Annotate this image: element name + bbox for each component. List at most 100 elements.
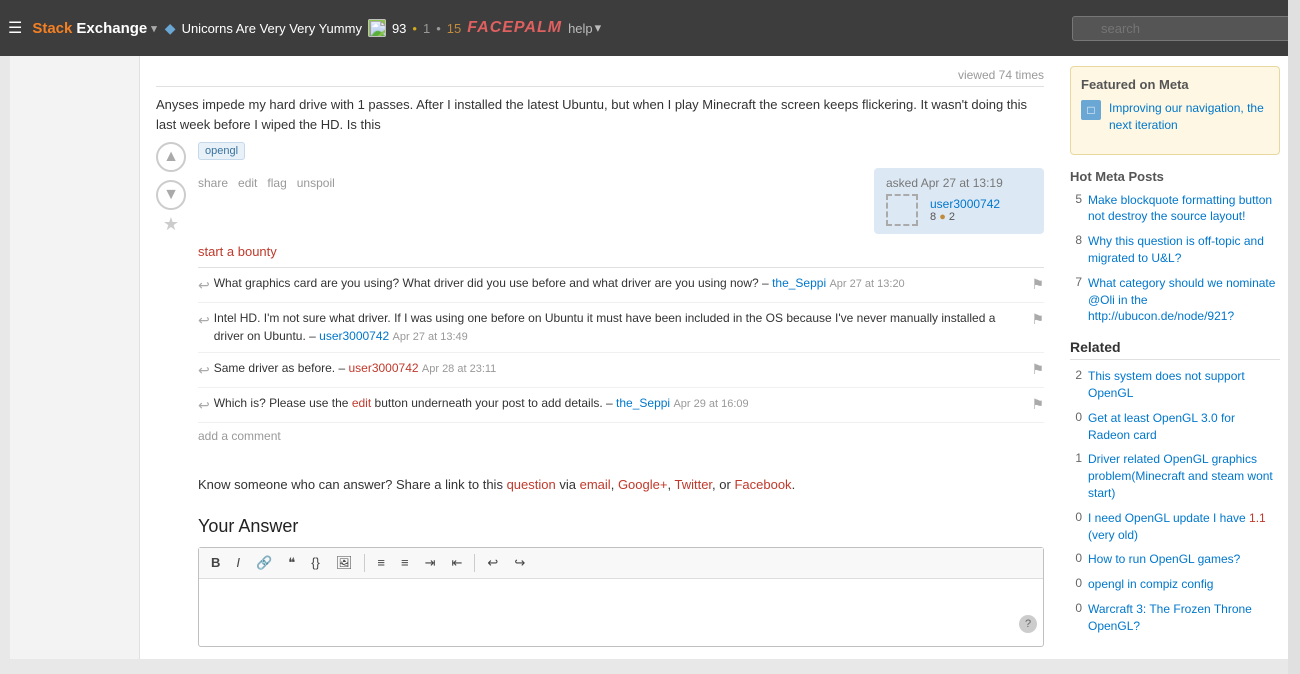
related-link[interactable]: I need OpenGL update I have 1.1 (very ol… — [1088, 510, 1280, 544]
scrollbar[interactable] — [1288, 0, 1300, 674]
comment: ↩ Intel HD. I'm not sure what driver. If… — [198, 303, 1044, 353]
related-item: 0 opengl in compiz config — [1070, 576, 1280, 593]
comment-timestamp: Apr 29 at 16:09 — [673, 398, 748, 410]
image-button[interactable]: 🖼 — [330, 552, 359, 574]
tags-area: opengl — [198, 142, 1044, 160]
related-item: 2 This system does not support OpenGL — [1070, 368, 1280, 402]
answer-editor[interactable]: B I 🔗 ❝ {} 🖼 ≡ ≡ ⇥ ⇤ ↩ — [198, 547, 1044, 647]
upvote-button[interactable]: ▲ — [156, 142, 186, 172]
reply-arrow-icon: ↩ — [198, 360, 210, 381]
related-link[interactable]: opengl in compiz config — [1088, 576, 1213, 593]
post-footer: share edit flag unspoil asked Apr 27 at … — [198, 168, 1044, 234]
italic-button[interactable]: I — [230, 552, 246, 573]
undo-button[interactable]: ↩ — [481, 552, 504, 574]
comment-edit-link[interactable]: edit — [352, 396, 371, 410]
bronze-count: 15 — [447, 21, 461, 36]
asked-card: asked Apr 27 at 13:19 user3000742 8 ● 2 — [874, 168, 1044, 234]
your-answer-heading: Your Answer — [198, 516, 1044, 537]
start-bounty-link[interactable]: start a bounty — [198, 244, 277, 259]
facepalm-brand: FACEPALM — [467, 19, 562, 37]
meta-icon: □ — [1081, 100, 1101, 120]
hot-meta-link[interactable]: What category should we nominate @Oli in… — [1088, 275, 1280, 325]
featured-on-meta-heading: Featured on Meta — [1081, 77, 1269, 92]
unspoil-link[interactable]: unspoil — [297, 176, 335, 190]
dot-silver: • — [436, 21, 441, 36]
comment: ↩ Same driver as before. – user3000742 A… — [198, 353, 1044, 388]
featured-meta-link[interactable]: Improving our navigation, the next itera… — [1109, 100, 1269, 134]
related-item: 0 Get at least OpenGL 3.0 for Radeon car… — [1070, 410, 1280, 444]
comment-timestamp: Apr 28 at 23:11 — [422, 363, 496, 375]
logo[interactable]: StackExchange ▾ — [32, 20, 156, 37]
edit-link[interactable]: edit — [238, 176, 257, 190]
reply-arrow-icon: ↩ — [198, 310, 210, 331]
related-vote-count: 0 — [1070, 410, 1082, 424]
related-box: Related 2 This system does not support O… — [1070, 339, 1280, 634]
logo-stack: Stack — [32, 20, 72, 37]
comment-text: Intel HD. I'm not sure what driver. If I… — [214, 309, 1028, 346]
googleplus-link[interactable]: Google+ — [618, 477, 668, 492]
related-link[interactable]: This system does not support OpenGL — [1088, 368, 1280, 402]
editor-toolbar: B I 🔗 ❝ {} 🖼 ≡ ≡ ⇥ ⇤ ↩ — [199, 548, 1043, 579]
silver-count: 1 — [423, 21, 430, 36]
editor-help-button[interactable]: ? — [1019, 615, 1037, 633]
ordered-list-button[interactable]: ≡ — [371, 552, 391, 573]
related-link[interactable]: Driver related OpenGL graphics problem(M… — [1088, 451, 1280, 501]
add-comment-link[interactable]: add a comment — [198, 423, 281, 449]
link-button[interactable]: 🔗 — [250, 552, 278, 574]
comment-timestamp: Apr 27 at 13:49 — [393, 331, 468, 343]
asked-label: asked Apr 27 at 13:19 — [886, 176, 1032, 190]
hot-meta-link[interactable]: Why this question is off-topic and migra… — [1088, 233, 1280, 267]
question-link[interactable]: question — [507, 477, 556, 492]
related-heading: Related — [1070, 339, 1280, 360]
code-button[interactable]: {} — [305, 552, 326, 573]
blockquote-button[interactable]: ❝ — [282, 552, 301, 574]
bold-button[interactable]: B — [205, 552, 226, 573]
comment-user-link[interactable]: user3000742 — [319, 329, 389, 343]
comment-user-link[interactable]: the_Seppi — [772, 276, 826, 290]
topbar-site-info: ◆ Unicorns Are Very Very Yummy 93 • 1 • … — [165, 19, 1064, 37]
hamburger-icon[interactable]: ☰ — [8, 18, 22, 38]
editor-body[interactable]: ? — [199, 579, 1043, 639]
tag-opengl[interactable]: opengl — [198, 142, 245, 160]
email-link[interactable]: email — [580, 477, 611, 492]
toolbar-separator — [364, 554, 365, 572]
indent-button[interactable]: ⇥ — [419, 552, 442, 574]
right-sidebar: Featured on Meta □ Improving our navigat… — [1060, 56, 1290, 659]
via-text: via — [559, 477, 576, 492]
related-vote-count: 0 — [1070, 576, 1082, 590]
facebook-link[interactable]: Facebook — [734, 477, 791, 492]
hot-meta-item: 8 Why this question is off-topic and mig… — [1070, 233, 1280, 267]
comment: ↩ Which is? Please use the edit button u… — [198, 388, 1044, 423]
user-link[interactable]: user3000742 — [930, 197, 1000, 211]
related-vote-count: 0 — [1070, 551, 1082, 565]
logo-dropdown-icon[interactable]: ▾ — [151, 22, 157, 35]
favorite-button[interactable]: ★ — [163, 214, 179, 235]
twitter-link[interactable]: Twitter — [674, 477, 712, 492]
flag-comment-icon[interactable]: ⚑ — [1031, 394, 1044, 415]
user-rep: 8 ● 2 — [930, 211, 1000, 223]
related-vote-count: 0 — [1070, 601, 1082, 615]
flag-comment-icon[interactable]: ⚑ — [1031, 274, 1044, 295]
flag-link[interactable]: flag — [267, 176, 286, 190]
outdent-button[interactable]: ⇤ — [446, 552, 469, 574]
related-link[interactable]: Get at least OpenGL 3.0 for Radeon card — [1088, 410, 1280, 444]
share-link[interactable]: share — [198, 176, 228, 190]
related-link[interactable]: Warcraft 3: The Frozen Throne OpenGL? — [1088, 601, 1280, 635]
related-link[interactable]: How to run OpenGL games? — [1088, 551, 1240, 568]
comment-user-link-3[interactable]: user3000742 — [348, 361, 421, 375]
comment-user-link-4[interactable]: the_Seppi — [616, 396, 670, 410]
post-content-area: ▲ ▼ ★ opengl share edit flag unspoil — [156, 142, 1044, 647]
flag-comment-icon[interactable]: ⚑ — [1031, 359, 1044, 380]
hot-meta-link[interactable]: Make blockquote formatting button not de… — [1088, 192, 1280, 226]
comments-section: ↩ What graphics card are you using? What… — [198, 267, 1044, 449]
help-link[interactable]: help ▾ — [568, 20, 601, 36]
related-vote-count: 1 — [1070, 451, 1082, 465]
comment-body-4a: Which is? Please use the — [214, 396, 349, 410]
site-favicon — [368, 19, 386, 37]
redo-button[interactable]: ↪ — [508, 552, 531, 574]
flag-comment-icon[interactable]: ⚑ — [1031, 309, 1044, 330]
downvote-button[interactable]: ▼ — [156, 180, 186, 210]
search-input[interactable] — [1072, 16, 1292, 41]
unordered-list-button[interactable]: ≡ — [395, 552, 415, 573]
site-name[interactable]: Unicorns Are Very Very Yummy — [182, 21, 362, 36]
